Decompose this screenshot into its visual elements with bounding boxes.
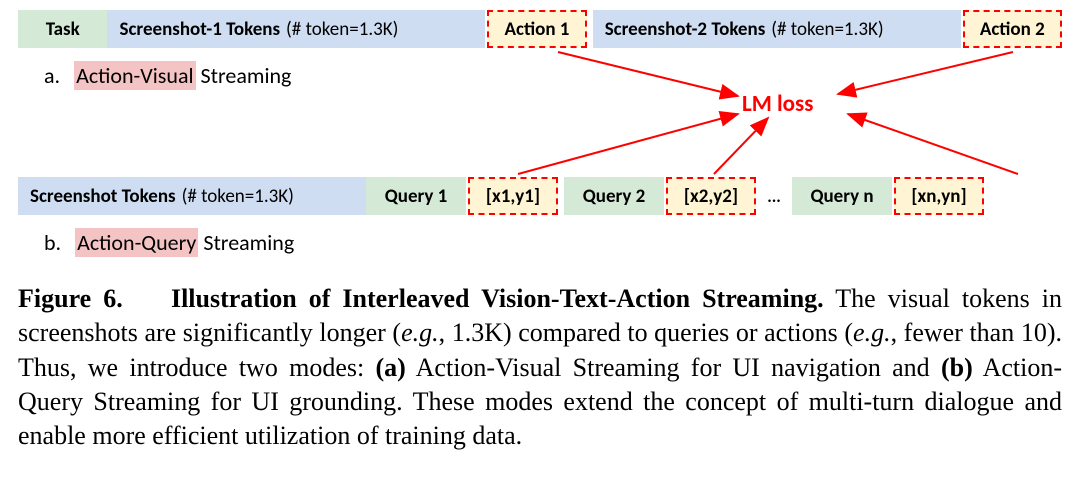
action2-cell: Action 2: [963, 10, 1062, 48]
screenshot1-count: (# token=1.3K): [286, 18, 398, 41]
query2-cell: Query 2: [564, 177, 664, 215]
caption-body4: Action-Visual Streaming for UI navigatio…: [406, 353, 941, 382]
caption-title: Illustration of Interleaved Vision-Text-…: [171, 284, 824, 313]
screenshot-b-label: Screenshot Tokens: [30, 185, 176, 208]
action1-cell: Action 1: [487, 10, 586, 48]
screenshot-b-cell: Screenshot Tokens (# token=1.3K): [18, 177, 366, 215]
caption-body2: , 1.3K) compared to queries or actions (: [439, 318, 853, 347]
caption-bold-b: (b): [941, 353, 973, 382]
lm-loss-label: LM loss: [742, 90, 813, 118]
label-a: a. Action-Visual Streaming: [18, 62, 1062, 89]
label-a-highlight: Action-Visual: [74, 61, 195, 90]
xy1-cell: [x1,y1]: [468, 177, 558, 215]
screenshot2-label: Screenshot-2 Tokens: [605, 18, 766, 41]
screenshot2-cell: Screenshot-2 Tokens (# token=1.3K): [593, 10, 961, 48]
label-b-rest: Streaming: [198, 229, 294, 256]
task-cell: Task: [18, 10, 107, 48]
screenshot1-label: Screenshot-1 Tokens: [119, 18, 280, 41]
screenshot1-cell: Screenshot-1 Tokens (# token=1.3K): [107, 10, 485, 48]
diagram: Task Screenshot-1 Tokens (# token=1.3K) …: [18, 10, 1062, 256]
dots-cell: ...: [756, 177, 792, 215]
caption-eg2: e.g.: [853, 318, 891, 347]
screenshot-b-count: (# token=1.3K): [182, 185, 294, 208]
row-action-query: Screenshot Tokens (# token=1.3K) Query 1…: [18, 177, 1062, 215]
label-b-highlight: Action-Query: [75, 228, 198, 257]
row-action-visual: Task Screenshot-1 Tokens (# token=1.3K) …: [18, 10, 1062, 48]
label-b-letter: b.: [44, 229, 61, 256]
label-a-letter: a.: [44, 62, 60, 89]
label-a-rest: Streaming: [196, 62, 292, 89]
caption-fignum: Figure 6.: [18, 284, 123, 313]
caption-eg1: e.g.: [401, 318, 439, 347]
caption-bold-a: (a): [375, 353, 405, 382]
xy2-cell: [x2,y2]: [666, 177, 756, 215]
label-b: b. Action-Query Streaming: [18, 229, 1062, 256]
queryn-cell: Query n: [792, 177, 892, 215]
xyn-cell: [xn,yn]: [894, 177, 984, 215]
figure-caption: Figure 6. Illustration of Interleaved Vi…: [18, 282, 1062, 454]
query1-cell: Query 1: [366, 177, 466, 215]
screenshot2-count: (# token=1.3K): [771, 18, 883, 41]
